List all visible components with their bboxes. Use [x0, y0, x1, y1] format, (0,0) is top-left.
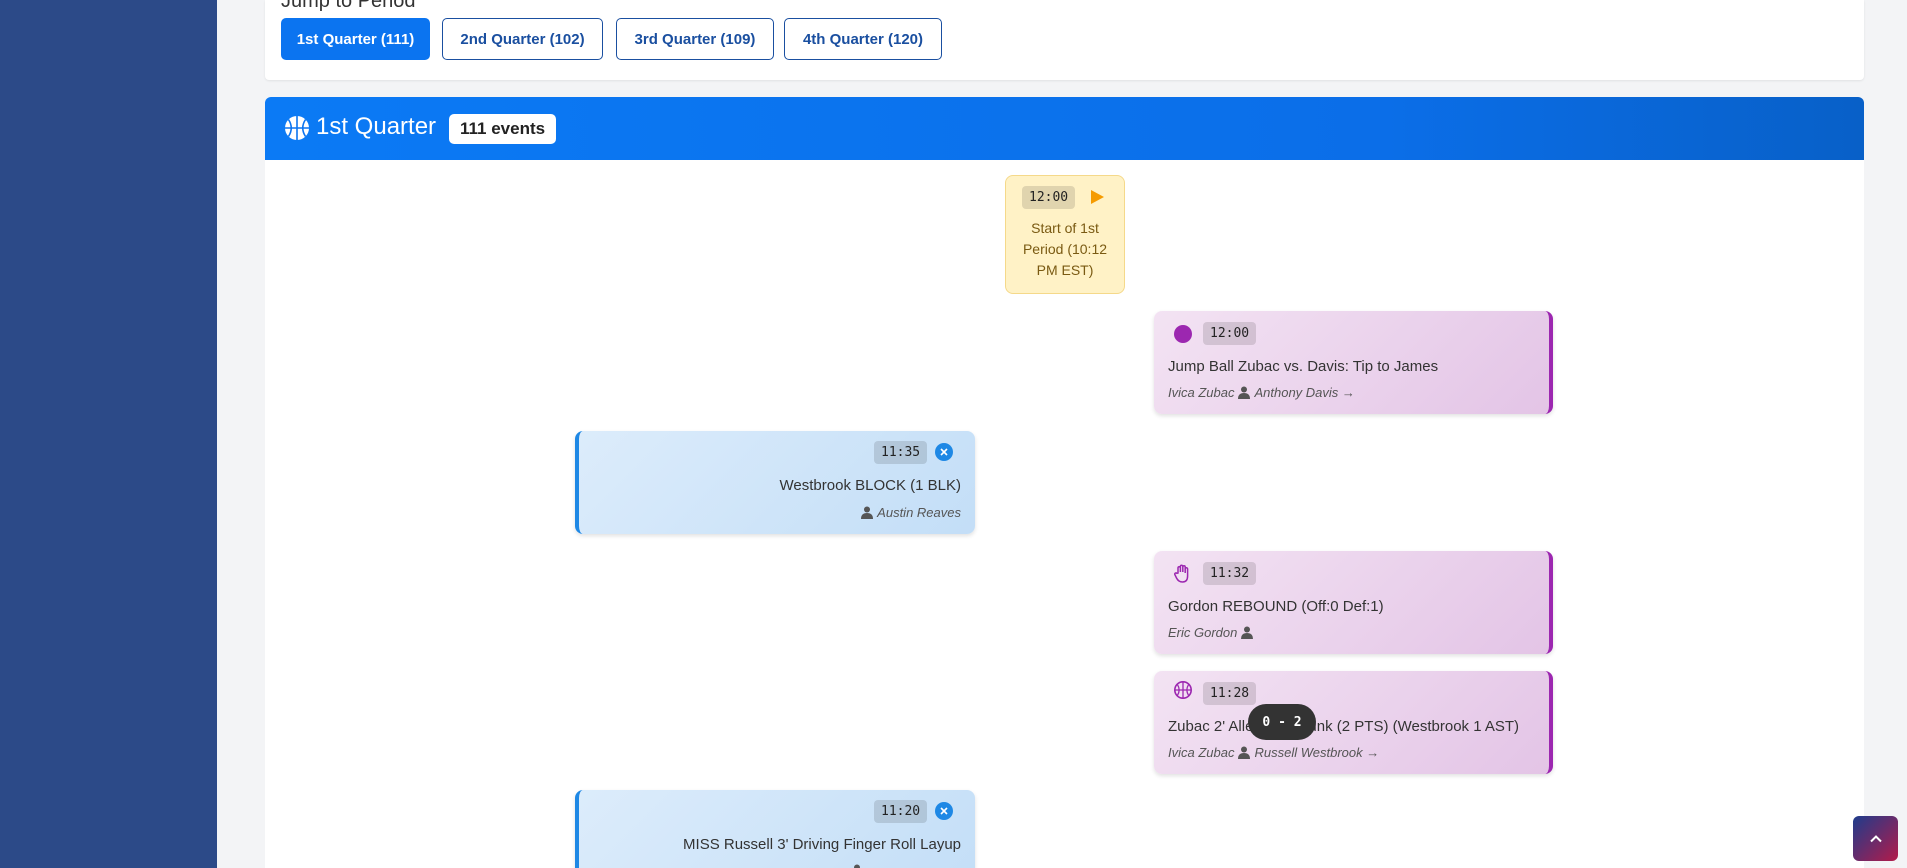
- events-count-badge: 111 events: [449, 114, 557, 144]
- period-button-q3[interactable]: 3rd Quarter (109): [616, 18, 774, 60]
- event-card[interactable]: 11:20 MISS Russell 3' Driving Finger Rol…: [575, 790, 975, 868]
- basketball-icon: [285, 116, 309, 140]
- basketball-icon: [1174, 681, 1192, 699]
- event-description: Zubac 2' Alley Oop Dunk (2 PTS) (Westbro…: [1168, 718, 1520, 735]
- event-text-line: PM EST): [1036, 262, 1094, 278]
- jump-to-period-card: Jump to Period 1st Quarter (111) 2nd Qua…: [265, 0, 1864, 80]
- player-name[interactable]: Ivica Zubac: [1168, 385, 1234, 400]
- event-players: Eric Gordon: [1168, 625, 1254, 640]
- player-name[interactable]: Anthony Davis →: [1254, 385, 1354, 400]
- player-name[interactable]: Eric Gordon: [1168, 625, 1237, 640]
- event-time: 12:00: [1022, 186, 1076, 209]
- event-time: 11:28: [1203, 682, 1257, 705]
- user-icon: [854, 864, 860, 868]
- event-time: 12:00: [1203, 322, 1257, 345]
- user-icon: [1238, 386, 1251, 399]
- event-players: Ivica Zubac Russell Westbrook →: [1168, 745, 1379, 760]
- event-time: 11:32: [1203, 562, 1257, 585]
- event-card[interactable]: 11:35 Westbrook BLOCK (1 BLK) Austin Rea…: [575, 431, 975, 534]
- quarter-section: 1st Quarter 111 events 12:00 Start of 1s…: [265, 97, 1864, 868]
- main-content: Jump to Period 1st Quarter (111) 2nd Qua…: [217, 0, 1907, 868]
- event-card[interactable]: 12:00 Jump Ball Zubac vs. Davis: Tip to …: [1154, 311, 1553, 414]
- event-players: Austin Reaves: [861, 505, 961, 520]
- quarter-title: 1st Quarter: [316, 113, 437, 140]
- player-name[interactable]: Ivica Zubac: [1168, 745, 1234, 760]
- event-description: MISS Russell 3' Driving Finger Roll Layu…: [683, 836, 961, 853]
- user-icon: [1241, 626, 1254, 639]
- period-button-q2[interactable]: 2nd Quarter (102): [442, 18, 603, 60]
- score-badge: 0 - 2: [1248, 704, 1316, 740]
- circle-icon: [1174, 325, 1192, 343]
- period-button-q1[interactable]: 1st Quarter (111): [281, 18, 430, 60]
- event-text-line: Period (10:12: [1022, 241, 1108, 257]
- user-icon: [861, 506, 874, 519]
- event-players: Ivica Zubac Anthony Davis →: [1168, 385, 1355, 400]
- event-time: 11:20: [874, 800, 928, 823]
- event-card[interactable]: 11:28 Zubac 2' Alley Oop Dunk (2 PTS) (W…: [1154, 671, 1553, 774]
- sidebar: [0, 0, 217, 868]
- x-circle-icon: [935, 443, 953, 461]
- event-description: Jump Ball Zubac vs. Davis: Tip to James: [1168, 358, 1439, 375]
- quarter-header: 1st Quarter 111 events: [265, 97, 1864, 160]
- event-text-line: Start of 1st: [1031, 220, 1099, 236]
- period-button-q4[interactable]: 4th Quarter (120): [784, 18, 942, 60]
- player-name[interactable]: Austin Reaves: [877, 505, 961, 520]
- play-icon: [1091, 190, 1104, 204]
- back-to-top-button[interactable]: [1853, 816, 1898, 861]
- user-icon: [1238, 746, 1251, 759]
- event-description: Gordon REBOUND (Off:0 Def:1): [1168, 598, 1384, 615]
- chevron-up-icon: [1869, 834, 1882, 842]
- event-description: Westbrook BLOCK (1 BLK): [779, 477, 961, 494]
- player-name[interactable]: Russell Westbrook →: [1254, 745, 1379, 760]
- event-card[interactable]: 11:32 Gordon REBOUND (Off:0 Def:1) Eric …: [1154, 551, 1553, 654]
- event-time: 11:35: [874, 441, 928, 464]
- jump-to-period-title: Jump to Period: [281, 0, 416, 12]
- x-circle-icon: [935, 802, 953, 820]
- hand-icon: [1174, 564, 1189, 583]
- event-start-period[interactable]: 12:00 Start of 1st Period (10:12 PM EST): [1005, 175, 1125, 294]
